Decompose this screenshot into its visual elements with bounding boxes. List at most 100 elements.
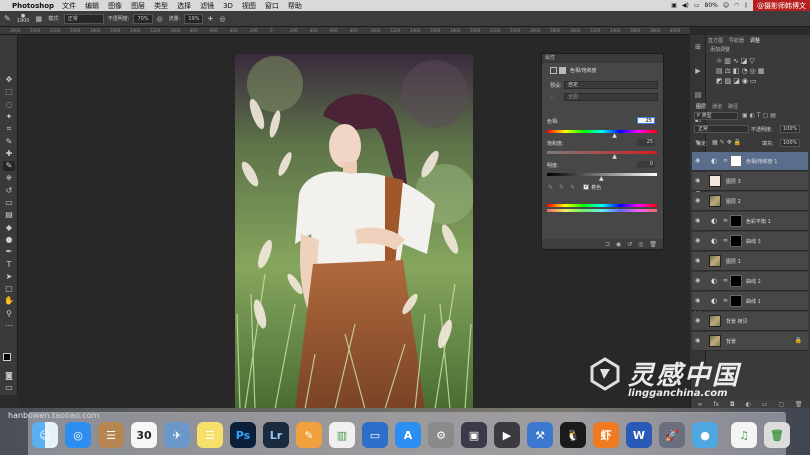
lock-position-icon[interactable]: ✥ (727, 139, 734, 146)
preview-icon[interactable]: ✈ (164, 422, 190, 448)
lock-all-icon[interactable]: 🔒 (734, 139, 743, 146)
pressure-opacity-icon[interactable]: ◎ (157, 15, 163, 23)
layer-row[interactable]: ◉ ◐ ∞ 色彩平衡 1 (692, 212, 808, 231)
brush-preset-picker[interactable]: ● 1900 (17, 13, 30, 24)
menu-3d[interactable]: 3D (223, 2, 233, 10)
blend-mode-select[interactable]: 正常 (694, 125, 749, 133)
volume-icon[interactable]: ◀) (682, 2, 689, 9)
menu-image[interactable]: 图像 (108, 1, 122, 11)
battery-icon[interactable]: ▭ (694, 2, 700, 9)
view-previous-icon[interactable]: ◉ (616, 241, 621, 248)
lock-transparent-icon[interactable]: ▦ (712, 139, 720, 146)
eyedropper-minus-icon[interactable]: ✎ (570, 184, 575, 191)
bw-icon[interactable]: ◧ (733, 67, 742, 75)
numbers-icon[interactable]: ▥ (329, 422, 355, 448)
saturation-value-field[interactable]: 25 (637, 139, 655, 146)
visibility-eye-icon[interactable]: ◉ (695, 178, 703, 184)
lantern-icon[interactable]: ● (692, 422, 718, 448)
fill-field[interactable]: 100% (780, 139, 800, 147)
safari-icon[interactable]: ◎ (65, 422, 91, 448)
lasso-tool-icon[interactable]: ◌ (3, 100, 15, 110)
threshold-icon[interactable]: ◪ (733, 77, 742, 85)
hue-sat-adj-icon[interactable]: ▤ (716, 67, 725, 75)
healing-tool-icon[interactable]: ✚ (3, 149, 15, 159)
layer-opacity-field[interactable]: 100% (780, 125, 800, 133)
saturation-slider-thumb[interactable]: ▲ (612, 153, 617, 160)
blur-tool-icon[interactable]: ◆ (3, 223, 15, 233)
rectangle-tool-icon[interactable]: ▢ (3, 284, 15, 294)
layer-thumbnail[interactable] (709, 255, 721, 267)
launchpad-icon[interactable]: 🚀 (659, 422, 685, 448)
layer-name[interactable]: 色相/饱和度 1 (746, 158, 777, 165)
reset-icon[interactable]: ↺ (627, 241, 632, 248)
tab-layers[interactable]: 图层 (696, 103, 706, 110)
mask-link-icon[interactable]: ∞ (723, 157, 728, 164)
layer-name[interactable]: 曲线 2 (746, 278, 761, 285)
properties-icon[interactable]: ▤ (693, 91, 703, 100)
flow-field[interactable]: 19% (184, 13, 204, 24)
gradient-map-icon[interactable]: ▭ (750, 77, 759, 85)
screen-record-icon[interactable]: ▣ (671, 2, 677, 9)
vibrance-icon[interactable]: ▽ (749, 57, 756, 65)
tab-adjustments[interactable]: 调整 (750, 37, 760, 44)
saturation-slider-track[interactable] (547, 151, 657, 154)
app-menu[interactable]: Photoshop (12, 2, 54, 10)
photoshop-icon[interactable]: Ps (230, 422, 256, 448)
actions-icon[interactable]: ▶ (693, 67, 703, 76)
color-balance-icon[interactable]: ⚖ (725, 67, 733, 75)
layer-thumbnail[interactable] (709, 175, 721, 187)
selective-color-icon[interactable]: ◉ (742, 77, 750, 85)
color-lookup-icon[interactable]: ▦ (758, 67, 767, 75)
hand-icon[interactable]: ☜ (549, 94, 554, 101)
foreground-color-swatch[interactable] (3, 353, 11, 361)
visibility-icon[interactable]: ◎ (638, 241, 643, 248)
xcode-icon[interactable]: ⚒ (527, 422, 553, 448)
brush-tool-icon[interactable]: ✎ (4, 14, 11, 23)
layer-kind-filter[interactable]: P 类型 (694, 112, 738, 120)
dodge-tool-icon[interactable]: ● (3, 235, 15, 245)
pages-icon[interactable]: ✎ (296, 422, 322, 448)
visibility-eye-icon[interactable]: ◉ (695, 218, 703, 224)
gradient-tool-icon[interactable]: ▤ (3, 210, 15, 220)
final-cut-icon[interactable]: ▶ (494, 422, 520, 448)
layer-row[interactable]: ◉ 图层 1 (692, 252, 808, 271)
pen-tool-icon[interactable]: ✒ (3, 247, 15, 257)
contacts-icon[interactable]: ☰ (98, 422, 124, 448)
layer-mask-thumbnail[interactable] (730, 155, 742, 167)
preset-select[interactable]: 自定 (564, 81, 658, 89)
visibility-eye-icon[interactable]: ◉ (695, 198, 703, 204)
layer-name[interactable]: 背景 (726, 338, 736, 345)
menu-select[interactable]: 选择 (177, 1, 191, 11)
layer-name[interactable]: 图层 1 (726, 258, 741, 265)
filter-pixel-icon[interactable]: ▣ (742, 112, 750, 119)
lightness-value-field[interactable]: 0 (637, 161, 655, 168)
history-icon[interactable]: ⊞ (693, 43, 703, 52)
menu-help[interactable]: 帮助 (288, 1, 302, 11)
visibility-eye-icon[interactable]: ◉ (695, 278, 703, 284)
menu-type[interactable]: 类型 (154, 1, 168, 11)
layer-name[interactable]: 图层 2 (726, 198, 741, 205)
layer-row[interactable]: ◉ 背景 拷贝 (692, 312, 808, 331)
layer-name[interactable]: 曲线 1 (746, 298, 761, 305)
filter-smart-icon[interactable]: ▤ (770, 112, 778, 119)
menu-edit[interactable]: 编辑 (85, 1, 99, 11)
layer-name[interactable]: 图层 3 (726, 178, 741, 185)
mask-link-icon[interactable]: ∞ (723, 277, 728, 284)
tab-navigator[interactable]: 导航器 (729, 37, 744, 44)
move-tool-icon[interactable]: ✥ (3, 75, 15, 85)
zoom-tool-icon[interactable]: ⚲ (3, 309, 15, 319)
document-photo[interactable] (235, 54, 473, 409)
hue-value-field[interactable]: 25 (637, 117, 655, 124)
hand-tool-icon[interactable]: ✋ (3, 296, 15, 306)
path-select-tool-icon[interactable]: ➤ (3, 272, 15, 282)
brush-panel-icon[interactable]: ▦ (35, 15, 42, 23)
tab-paths[interactable]: 路径 (728, 103, 738, 110)
visibility-eye-icon[interactable]: ◉ (695, 298, 703, 304)
lightness-slider-thumb[interactable]: ▲ (599, 175, 604, 182)
properties-tab[interactable]: 属性 (542, 54, 663, 63)
menu-window[interactable]: 窗口 (265, 1, 279, 11)
visibility-eye-icon[interactable]: ◉ (695, 238, 703, 244)
layer-row[interactable]: ◉ 图层 2 (692, 192, 808, 211)
clip-to-layer-icon[interactable]: ⊐ (605, 241, 610, 248)
clone-stamp-tool-icon[interactable]: ⎈ (3, 173, 15, 183)
